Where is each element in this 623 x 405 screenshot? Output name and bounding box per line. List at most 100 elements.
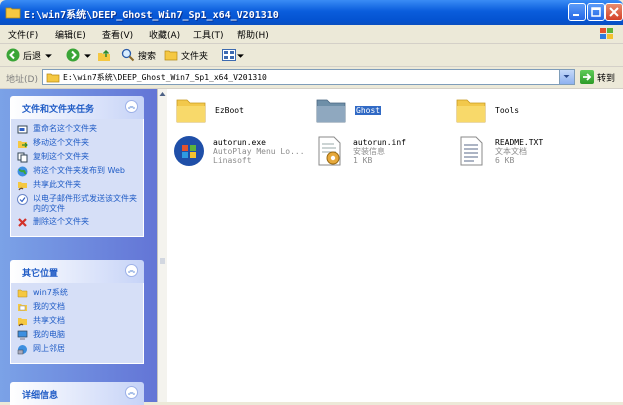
file-name: autorun.inf — [353, 138, 406, 147]
place-win7[interactable]: win7系统 — [17, 288, 137, 299]
settings-file-icon — [318, 136, 341, 166]
task-delete-folder[interactable]: 删除这个文件夹 — [17, 217, 137, 228]
scroll-up-arrow-icon[interactable] — [159, 90, 166, 98]
folder-icon — [316, 99, 346, 123]
folder-icon — [5, 7, 21, 19]
address-dropdown-button[interactable] — [559, 70, 574, 84]
copy-icon — [17, 152, 28, 163]
folders-label: 文件夹 — [181, 51, 209, 62]
file-item-ezboot[interactable]: EzBoot — [175, 94, 244, 126]
task-share-folder[interactable]: 共享此文件夹 — [17, 180, 137, 191]
file-size: 1 KB — [353, 156, 373, 165]
toolbar: 后退 搜索 文件夹 — [0, 44, 623, 67]
chevron-down-icon — [237, 53, 244, 58]
place-my-computer[interactable]: 我的电脑 — [17, 330, 137, 341]
address-input[interactable]: E:\win7系统\DEEP_Ghost_Win7_Sp1_x64_V20131… — [42, 69, 575, 85]
place-shared-documents[interactable]: 共享文档 — [17, 316, 137, 327]
collapse-chevron-icon[interactable]: ︽ — [125, 100, 138, 113]
other-places-panel: 其它位置 ︽ win7系统 我的文档 共享文档 我的电脑 网上邻居 — [10, 260, 144, 364]
file-name: Ghost — [355, 106, 382, 115]
minimize-icon — [573, 14, 579, 16]
back-arrow-icon — [6, 48, 20, 62]
back-button[interactable]: 后退 — [6, 47, 53, 63]
title-bar[interactable]: E:\win7系统\DEEP_Ghost_Win7_Sp1_x64_V20131… — [0, 0, 623, 25]
minimize-button[interactable] — [568, 3, 586, 21]
menu-edit[interactable]: 编辑(E) — [55, 28, 86, 41]
maximize-button[interactable] — [587, 3, 605, 21]
menu-favorites[interactable]: 收藏(A) — [149, 28, 180, 41]
views-icon — [222, 49, 236, 61]
windows-logo-icon — [600, 28, 613, 39]
file-name: Tools — [495, 106, 520, 115]
window-title: E:\win7系统\DEEP_Ghost_Win7_Sp1_x64_V20131… — [24, 10, 279, 21]
search-label: 搜索 — [138, 51, 157, 62]
folder-icon — [176, 99, 206, 123]
maximize-icon — [591, 7, 601, 17]
task-move-folder[interactable]: 移动这个文件夹 — [17, 138, 137, 149]
file-type: 文本文档 — [495, 147, 527, 156]
delete-icon — [18, 218, 27, 227]
email-icon — [17, 194, 28, 205]
panel-title: 文件和文件夹任务 — [22, 105, 95, 115]
file-item-autorun-exe[interactable]: autorun.exe AutoPlay Menu Lo... Linasoft — [173, 135, 305, 167]
file-folder-tasks-panel: 文件和文件夹任务 ︽ 重命名这个文件夹 移动这个文件夹 复制这个文件夹 将这个文… — [10, 96, 144, 237]
file-item-autorun-inf[interactable]: autorun.inf 安装信息 1 KB — [313, 135, 406, 167]
file-item-ghost[interactable]: Ghost — [315, 94, 382, 126]
file-list: EzBoot Ghost Tools autorun.exe AutoPlay … — [167, 89, 623, 402]
menu-help[interactable]: 帮助(H) — [237, 28, 269, 41]
file-item-readme-txt[interactable]: README.TXT 文本文档 6 KB — [455, 135, 543, 167]
place-network[interactable]: 网上邻居 — [17, 344, 137, 355]
chevron-down-icon — [84, 53, 91, 58]
task-pane-scrollbar[interactable] — [157, 89, 167, 402]
panel-body: win7系统 我的文档 共享文档 我的电脑 网上邻居 — [10, 283, 144, 364]
task-rename-folder[interactable]: 重命名这个文件夹 — [17, 124, 137, 135]
folder-icon — [46, 73, 60, 83]
file-publisher: Linasoft — [213, 156, 252, 165]
address-path: E:\win7系统\DEEP_Ghost_Win7_Sp1_x64_V20131… — [63, 73, 267, 82]
network-icon — [17, 345, 27, 355]
scrollbar-thumb[interactable] — [159, 257, 166, 265]
menu-file[interactable]: 文件(F) — [8, 28, 38, 41]
folders-button[interactable]: 文件夹 — [164, 47, 208, 63]
panel-title: 详细信息 — [22, 391, 59, 401]
collapse-chevron-icon[interactable]: ︽ — [125, 386, 138, 399]
task-copy-folder[interactable]: 复制这个文件夹 — [17, 152, 137, 163]
globe-icon — [17, 166, 28, 177]
menu-tools[interactable]: 工具(T) — [193, 28, 224, 41]
share-folder-icon — [18, 182, 27, 191]
menu-view[interactable]: 查看(V) — [102, 28, 133, 41]
file-item-tools[interactable]: Tools — [455, 94, 519, 126]
panel-header[interactable]: 文件和文件夹任务 ︽ — [10, 96, 144, 119]
forward-button[interactable] — [66, 47, 92, 63]
close-icon — [609, 7, 619, 17]
file-description: AutoPlay Menu Lo... — [213, 147, 305, 156]
up-folder-icon — [98, 49, 110, 61]
file-name: EzBoot — [215, 106, 244, 115]
text-document-icon — [460, 136, 483, 166]
folder-icon — [456, 99, 486, 123]
file-size: 6 KB — [495, 156, 515, 165]
go-button[interactable]: 转到 — [580, 70, 615, 84]
computer-icon — [17, 330, 28, 340]
folder-icon — [164, 50, 178, 61]
chevron-down-icon — [563, 75, 570, 78]
windows-installer-icon — [174, 136, 204, 166]
panel-body: 重命名这个文件夹 移动这个文件夹 复制这个文件夹 将这个文件夹发布到 Web 共… — [10, 119, 144, 237]
place-my-documents[interactable]: 我的文档 — [17, 302, 137, 313]
collapse-chevron-icon[interactable]: ︽ — [125, 264, 138, 277]
panel-title: 其它位置 — [22, 269, 59, 279]
task-publish-web[interactable]: 将这个文件夹发布到 Web — [17, 166, 137, 177]
menu-bar: 文件(F) 编辑(E) 查看(V) 收藏(A) 工具(T) 帮助(H) — [0, 25, 623, 44]
my-documents-icon — [18, 304, 27, 311]
close-button[interactable] — [605, 3, 623, 21]
address-label: 地址(D) — [6, 75, 38, 85]
search-button[interactable]: 搜索 — [121, 47, 156, 63]
panel-header[interactable]: 其它位置 ︽ — [10, 260, 144, 283]
views-button[interactable] — [222, 47, 245, 63]
file-type: 安装信息 — [353, 147, 385, 156]
rename-icon — [17, 125, 28, 134]
file-name: README.TXT — [495, 138, 544, 147]
up-folder-button[interactable] — [97, 47, 111, 63]
back-label: 后退 — [23, 51, 42, 62]
task-email-files[interactable]: 以电子邮件形式发送该文件夹内的文件 — [17, 194, 137, 214]
